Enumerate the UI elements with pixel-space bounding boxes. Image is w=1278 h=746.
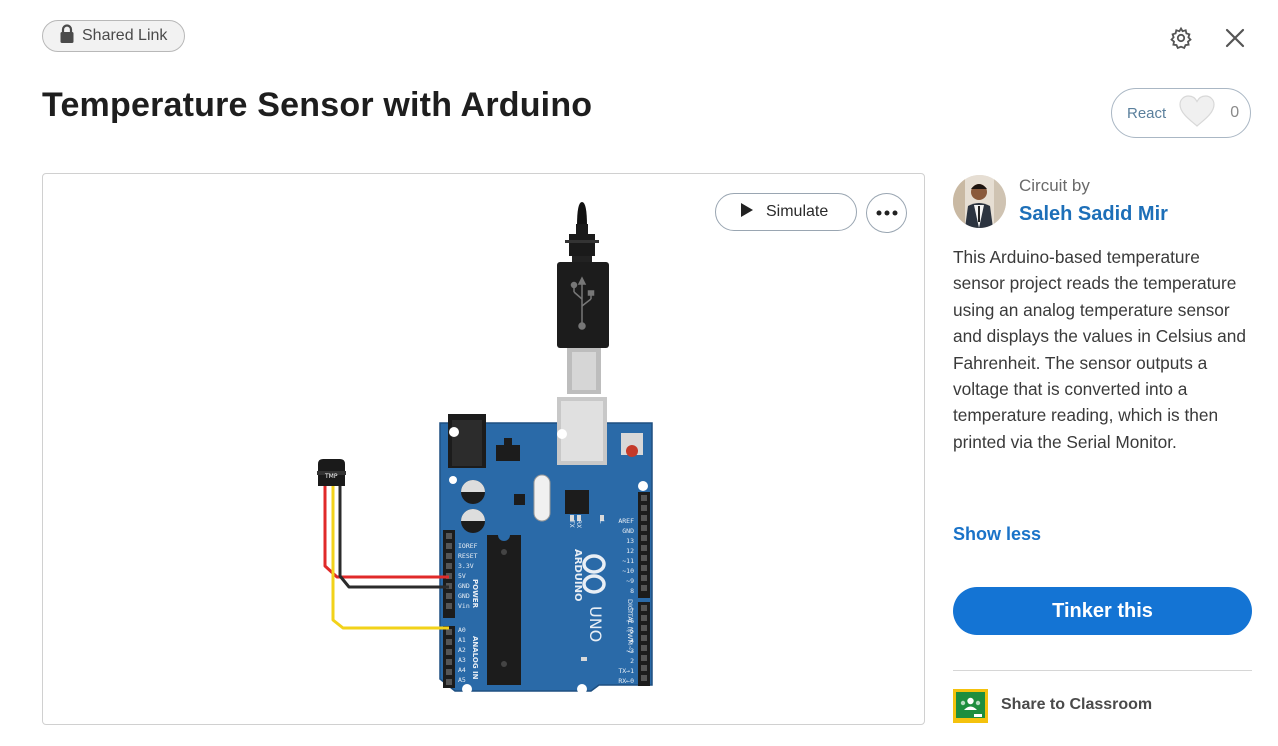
circuit-diagram: IOREF RESET 3.3V 5V GND GND Vin A0 A1 A2…: [317, 202, 653, 694]
usb-cable: [557, 202, 609, 394]
sensor-label: TMP: [324, 473, 338, 480]
shared-link-label: Shared Link: [82, 27, 168, 44]
analog-pin-label: A1: [458, 636, 466, 644]
show-less-link[interactable]: Show less: [953, 524, 1041, 545]
left-pin-label: Vin: [458, 602, 470, 610]
author-link[interactable]: Saleh Sadid Mir: [1019, 203, 1168, 226]
share-to-classroom-link[interactable]: Share to Classroom: [1001, 696, 1152, 714]
react-count: 0: [1230, 104, 1240, 121]
analog-header-label: ANALOG IN: [471, 636, 479, 680]
analog-pin-label: A3: [458, 656, 466, 664]
digital-pin-label: RX←0: [618, 677, 634, 685]
heart-icon: [1178, 94, 1216, 132]
tinker-this-button[interactable]: Tinker this: [953, 587, 1252, 635]
analog-pin-label: A4: [458, 666, 466, 674]
digital-pin-label: GND: [622, 527, 634, 535]
more-icon[interactable]: [866, 193, 907, 233]
digital-pin-label: 8: [630, 587, 634, 595]
react-button[interactable]: React 0: [1111, 88, 1251, 138]
board-brand-label: ARDUINO: [572, 549, 583, 601]
circuit-description: This Arduino-based temperature sensor pr…: [953, 247, 1246, 452]
simulate-button[interactable]: Simulate: [715, 193, 857, 231]
settings-icon[interactable]: [1167, 24, 1195, 52]
divider: [953, 670, 1252, 671]
arduino-uno-board: IOREF RESET 3.3V 5V GND GND Vin A0 A1 A2…: [439, 397, 653, 694]
close-icon[interactable]: [1221, 24, 1249, 52]
page-title: Temperature Sensor with Arduino: [42, 86, 593, 124]
digital-pin-label: 13: [626, 537, 634, 545]
left-pin-label: GND: [458, 592, 470, 600]
board-model-label: UNO: [586, 606, 605, 642]
led-label: TX: [568, 519, 575, 528]
temperature-sensor: TMP: [317, 459, 346, 486]
react-label: React: [1127, 104, 1167, 122]
analog-pin-label: A2: [458, 646, 466, 654]
lock-icon: [59, 23, 82, 49]
digital-pin-label: TX→1: [618, 667, 634, 675]
circuit-canvas[interactable]: IOREF RESET 3.3V 5V GND GND Vin A0 A1 A2…: [42, 173, 925, 725]
simulate-label: Simulate: [766, 203, 829, 220]
digital-pin-label: ~9: [626, 577, 634, 585]
left-pin-label: IOREF: [458, 542, 478, 550]
classroom-icon[interactable]: [953, 689, 988, 723]
left-pin-label: 3.3V: [458, 562, 474, 570]
wires: [323, 486, 449, 630]
shared-link-badge[interactable]: Shared Link: [42, 20, 185, 52]
analog-pin-label: A5: [458, 676, 466, 684]
digital-pin-label: 2: [630, 657, 634, 665]
power-header-label: POWER: [471, 579, 479, 609]
left-pin-label: RESET: [458, 552, 478, 560]
digital-pin-label: AREF: [618, 517, 634, 525]
digital-pin-label: ~11: [622, 557, 634, 565]
avatar[interactable]: [953, 175, 1006, 228]
circuit-by-label: Circuit by: [1019, 176, 1090, 195]
digital-header-label: DIGITAL (PWM~): [626, 599, 634, 653]
left-pin-label: GND: [458, 582, 470, 590]
digital-pin-label: ~10: [622, 567, 634, 575]
play-icon: [740, 202, 766, 223]
left-pin-label: 5V: [458, 572, 466, 580]
led-label: RX: [575, 520, 582, 528]
digital-pin-label: 12: [626, 547, 634, 555]
analog-pin-label: A0: [458, 626, 466, 634]
